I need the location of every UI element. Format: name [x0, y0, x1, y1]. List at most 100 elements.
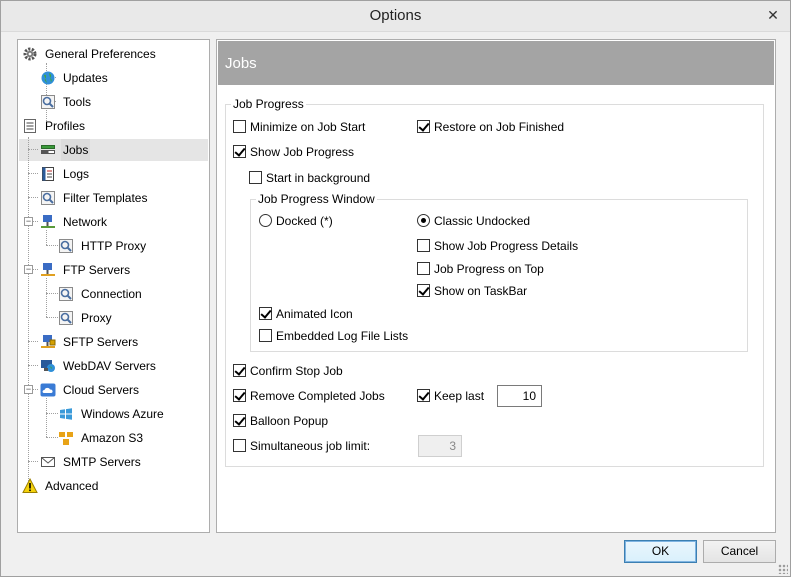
checkbox-box [233, 120, 246, 134]
tree-item-connection[interactable]: Connection [58, 283, 144, 305]
restore-on-job-finished-checkbox[interactable]: Restore on Job Finished [417, 118, 564, 136]
gear-icon [22, 46, 38, 62]
s3-icon [58, 430, 74, 446]
start-in-background-checkbox[interactable]: Start in background [249, 169, 370, 187]
embedded-log-file-lists-checkbox[interactable]: Embedded Log File Lists [259, 327, 408, 345]
webdav-icon [40, 358, 56, 374]
tree-item-label: Logs [63, 167, 90, 181]
remove-completed-jobs-checkbox[interactable]: Remove Completed Jobs [233, 387, 385, 405]
tree-item-label: Filter Templates [63, 191, 148, 205]
tree-item-logs[interactable]: Logs [40, 163, 91, 185]
checkbox-box [233, 145, 246, 159]
tree-item-network[interactable]: Network [40, 211, 109, 233]
show-job-progress-details-checkbox[interactable]: Show Job Progress Details [417, 237, 578, 255]
radio-label: Classic Undocked [434, 214, 531, 228]
tree-item-label: HTTP Proxy [81, 239, 147, 253]
cancel-button[interactable]: Cancel [703, 540, 776, 563]
tree-item-windows-azure[interactable]: Windows Azure [58, 403, 166, 425]
tree-item-label: WebDAV Servers [63, 359, 156, 373]
panel-header: Jobs [218, 41, 774, 85]
tools-icon [40, 94, 56, 110]
jobs-icon [40, 142, 56, 158]
minimize-on-job-start-checkbox[interactable]: Minimize on Job Start [233, 118, 365, 136]
checkbox-label: Job Progress on Top [434, 262, 544, 276]
job-progress-on-top-checkbox[interactable]: Job Progress on Top [417, 260, 544, 278]
window-title: Options [369, 7, 422, 24]
tree-item-label: Tools [63, 95, 92, 109]
tree-item-http-proxy[interactable]: HTTP Proxy [58, 235, 148, 257]
proxy-icon [58, 238, 74, 254]
tree-item-webdav-servers[interactable]: WebDAV Servers [40, 355, 158, 377]
tree-item-jobs[interactable]: Jobs [40, 139, 91, 161]
cloud-icon [40, 382, 56, 398]
job-progress-window-group-title: Job Progress Window [256, 192, 377, 206]
checkbox-box [249, 171, 262, 185]
checkbox-box [259, 329, 272, 343]
tree-item-sftp-servers[interactable]: SFTP Servers [40, 331, 140, 353]
tree-item-label: Windows Azure [81, 407, 164, 421]
sftp-icon [40, 334, 56, 350]
keep-last-checkbox[interactable]: Keep last [417, 387, 484, 405]
simultaneous-job-limit-checkbox[interactable]: Simultaneous job limit: [233, 437, 370, 455]
tree-item-tools[interactable]: Tools [40, 91, 93, 113]
animated-icon-checkbox[interactable]: Animated Icon [259, 305, 353, 323]
checkbox-box [233, 364, 246, 378]
network-collapse-toggle[interactable]: − [24, 217, 33, 226]
checkbox-box [417, 262, 430, 276]
checkbox-box [233, 439, 246, 453]
checkbox-label: Confirm Stop Job [250, 364, 343, 378]
tree-item-amazon-s3[interactable]: Amazon S3 [58, 427, 145, 449]
checkbox-label: Show Job Progress [250, 145, 355, 159]
checkbox-box [233, 414, 246, 428]
warning-icon [22, 477, 38, 494]
options-tree[interactable]: − − − General Preferences Updates Tools … [17, 39, 210, 533]
tree-item-cloud-servers[interactable]: Cloud Servers [40, 379, 141, 401]
ok-button[interactable]: OK [624, 540, 697, 563]
tree-item-label: Advanced [45, 479, 99, 493]
checkbox-label: Embedded Log File Lists [276, 329, 409, 343]
checkbox-box [233, 389, 246, 403]
job-progress-group-title: Job Progress [231, 97, 306, 111]
radio-label: Docked (*) [276, 214, 333, 228]
balloon-popup-checkbox[interactable]: Balloon Popup [233, 412, 328, 430]
confirm-stop-job-checkbox[interactable]: Confirm Stop Job [233, 362, 343, 380]
ftp-servers-collapse-toggle[interactable]: − [24, 265, 33, 274]
tree-item-proxy[interactable]: Proxy [58, 307, 114, 329]
radio-circle [417, 214, 430, 228]
mail-icon [40, 454, 56, 470]
show-on-taskbar-checkbox[interactable]: Show on TaskBar [417, 282, 527, 300]
globe-icon [40, 70, 56, 86]
keep-last-input[interactable]: 10 [497, 385, 542, 407]
docked-radio[interactable]: Docked (*) [259, 212, 333, 230]
tree-item-ftp-servers[interactable]: FTP Servers [40, 259, 132, 281]
tree-item-label: SFTP Servers [63, 335, 139, 349]
tree-item-updates[interactable]: Updates [40, 67, 110, 89]
tree-item-general-preferences[interactable]: General Preferences [22, 43, 158, 65]
tree-item-label: Amazon S3 [81, 431, 144, 445]
tree-item-filter-templates[interactable]: Filter Templates [40, 187, 149, 209]
checkbox-label: Restore on Job Finished [434, 120, 565, 134]
checkbox-label: Animated Icon [276, 307, 353, 321]
checkbox-box [259, 307, 272, 321]
tree-item-profiles[interactable]: Profiles [22, 115, 87, 137]
tree-item-smtp-servers[interactable]: SMTP Servers [40, 451, 143, 473]
radio-circle [259, 214, 272, 228]
jobs-settings-panel: Jobs Job Progress Minimize on Job Start … [216, 39, 776, 533]
classic-undocked-radio[interactable]: Classic Undocked [417, 212, 530, 230]
tree-item-advanced[interactable]: Advanced [22, 475, 100, 497]
network-icon [40, 214, 56, 230]
simultaneous-job-limit-input[interactable]: 3 [418, 435, 462, 457]
ftp-icon [40, 262, 56, 278]
close-button[interactable]: ✕ [762, 5, 784, 25]
show-job-progress-checkbox[interactable]: Show Job Progress [233, 143, 354, 161]
checkbox-label: Start in background [266, 171, 371, 185]
azure-icon [58, 406, 74, 422]
tree-item-label: Network [63, 215, 108, 229]
tree-item-label: Connection [81, 287, 142, 301]
tree-item-label: Cloud Servers [63, 383, 140, 397]
logs-icon [40, 166, 56, 182]
filter-icon [40, 190, 56, 206]
checkbox-label: Show on TaskBar [434, 284, 528, 298]
cloud-servers-collapse-toggle[interactable]: − [24, 385, 33, 394]
resize-grip[interactable] [778, 564, 788, 574]
